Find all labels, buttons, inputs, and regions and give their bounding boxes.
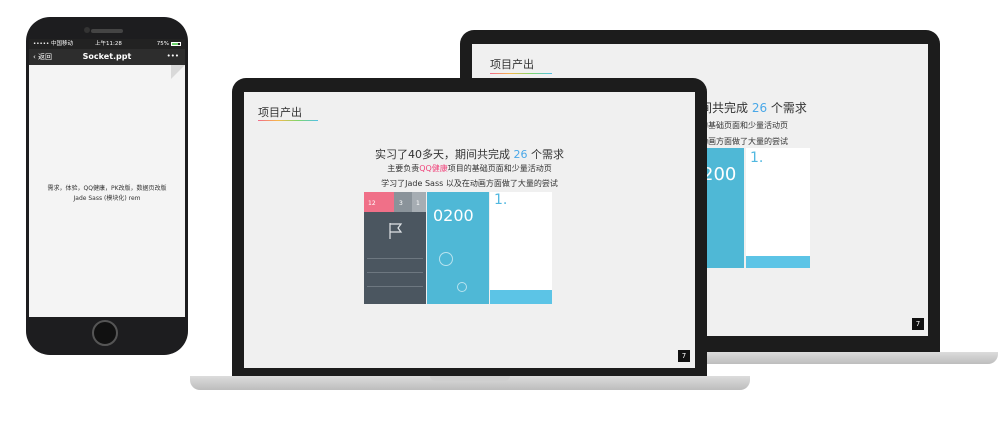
back-slide-title: 项目产出: [490, 58, 534, 71]
back-page-number: 7: [912, 318, 924, 330]
front-line3: 学习了Jade Sass 以及在动画方面做了大量的尝试: [381, 179, 558, 188]
front-panel-row: [367, 258, 423, 259]
front-panel-white: 1.: [490, 192, 552, 304]
front-panel-tab-pink: 12: [364, 192, 394, 212]
bubble-icon: [439, 252, 453, 266]
flag-icon: [388, 222, 404, 240]
nav-title: Socket.ppt: [82, 52, 132, 61]
battery-label: 75%: [156, 41, 169, 47]
carrier-label: ••••• 中国移动: [33, 41, 73, 47]
front-panel-center-number: 0200: [433, 206, 474, 225]
back-panel-right-number: 1.: [750, 150, 764, 166]
front-panel-tab-gray: 3: [394, 192, 412, 212]
back-panel-wave: [746, 256, 810, 268]
back-panel-white: 1.: [746, 148, 810, 268]
front-headline: 实习了40多天，期间共完成 26 个需求: [375, 148, 564, 161]
front-slide: 项目产出 实习了40多天，期间共完成 26 个需求 主要负责QQ健康项目的基础页…: [244, 92, 695, 368]
front-panel-tab-value: 12: [368, 200, 376, 207]
front-page-number: 7: [678, 350, 690, 362]
bubble-icon: [457, 282, 467, 292]
doc-text-line: 需求，体验，QQ健康，PK改版，数据页改版: [47, 185, 167, 192]
front-panel-slate: 12 3 1: [364, 192, 426, 304]
front-line2: 主要负责QQ健康项目的基础页面和少量活动页: [387, 164, 552, 173]
page-corner-icon: [171, 65, 185, 79]
camera-icon: [84, 27, 90, 33]
phone-screen: ••••• 中国移动 上午11:28 75% ‹ 返回 Socket.ppt •…: [29, 39, 185, 317]
front-panel-wave: [490, 290, 552, 304]
status-bar: ••••• 中国移动 上午11:28 75%: [29, 39, 185, 49]
document-view[interactable]: 需求，体验，QQ健康，PK改版，数据页改版 Jade Sass (模块化) re…: [29, 65, 185, 317]
nav-bar: ‹ 返回 Socket.ppt •••: [29, 49, 185, 65]
front-panel-row: [367, 272, 423, 273]
laptop-front-lid: 项目产出 实习了40多天，期间共完成 26 个需求 主要负责QQ健康项目的基础页…: [232, 78, 707, 376]
doc-text-line: Jade Sass (模块化) rem: [73, 195, 141, 202]
front-panel-tab-value: 1: [416, 200, 420, 207]
phone: ••••• 中国移动 上午11:28 75% ‹ 返回 Socket.ppt •…: [26, 17, 188, 355]
front-panel-row: [367, 286, 423, 287]
laptop-front-notch: [430, 376, 510, 381]
speaker-grille: [91, 29, 123, 33]
home-button[interactable]: [92, 320, 118, 346]
status-time: 上午11:28: [95, 41, 122, 47]
battery-icon: [171, 42, 181, 46]
front-panel-tab-gray2: 1: [412, 192, 426, 212]
back-title-underline: [490, 73, 552, 74]
front-panel-tab-value: 3: [399, 200, 403, 207]
more-button[interactable]: •••: [167, 52, 179, 60]
front-title-underline: [258, 120, 318, 121]
laptop-front: 项目产出 实习了40多天，期间共完成 26 个需求 主要负责QQ健康项目的基础页…: [190, 78, 750, 398]
front-panel-right-number: 1.: [494, 192, 508, 208]
front-slide-title: 项目产出: [258, 106, 302, 119]
front-panel-cyan: 0200: [427, 192, 489, 304]
